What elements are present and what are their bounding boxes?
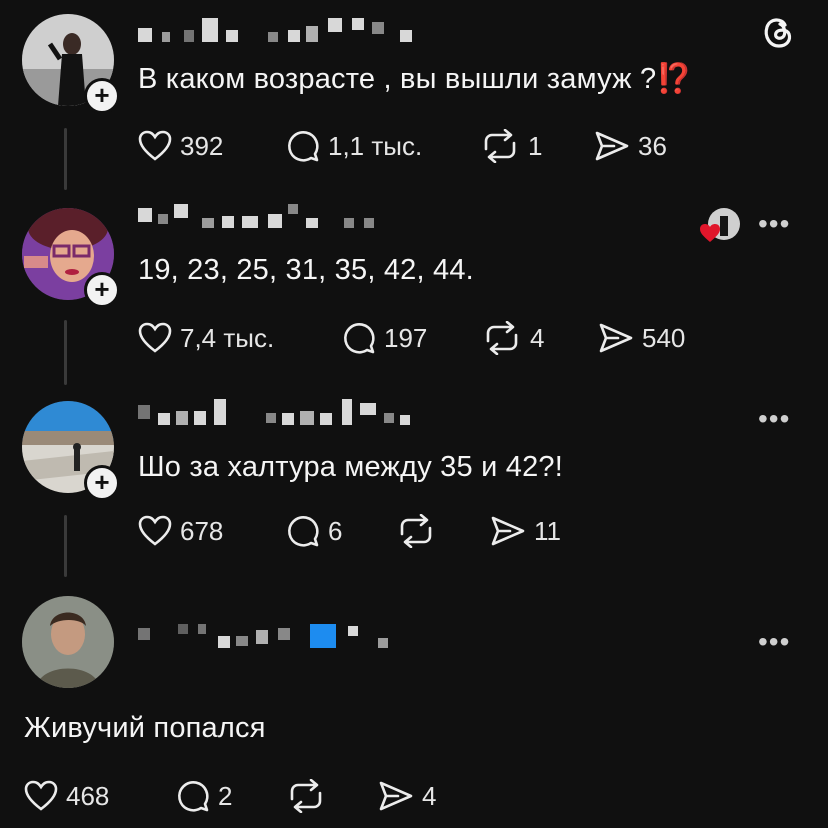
post-4: ••• Живучий попался 468 2 4: [0, 580, 828, 828]
thread-line: [64, 128, 67, 190]
share-button[interactable]: 36: [594, 126, 667, 166]
more-icon[interactable]: •••: [758, 626, 790, 658]
share-icon: [599, 323, 633, 353]
heart-icon: [138, 515, 172, 546]
repost-icon: [486, 321, 518, 355]
post-actions: 468 2 4: [24, 776, 624, 816]
repost-button[interactable]: [286, 776, 334, 816]
repost-icon: [400, 514, 432, 548]
more-icon[interactable]: •••: [758, 403, 790, 435]
share-icon: [379, 781, 413, 811]
post-2: + ••• 19, 23, 25, 31, 35, 42, 44. 7,4 ты…: [0, 190, 828, 385]
like-count: 678: [180, 515, 224, 546]
post-text: Живучий попался: [24, 712, 266, 744]
reply-button[interactable]: 2: [176, 776, 232, 816]
liked-by-author-avatar[interactable]: [700, 206, 740, 246]
more-icon[interactable]: •••: [758, 208, 790, 240]
comment-icon: [178, 781, 209, 812]
share-icon: [491, 516, 525, 546]
follow-plus-icon[interactable]: +: [84, 465, 120, 501]
like-button[interactable]: 468: [24, 776, 109, 816]
reply-count: 1,1 тыс.: [328, 130, 423, 161]
like-button[interactable]: 392: [138, 126, 223, 166]
repost-count: 4: [530, 322, 545, 353]
thread-line: [64, 320, 67, 385]
share-icon: [595, 131, 629, 161]
post-actions: 392 1,1 тыс. 1 36: [138, 126, 738, 166]
post-text: В каком возрасте , вы вышли замуж ?⁉️: [138, 63, 693, 95]
post-1: + В каком возрасте , вы вышли замуж ?⁉️ …: [0, 0, 828, 190]
like-button[interactable]: 7,4 тыс.: [138, 318, 274, 358]
like-count: 468: [66, 780, 110, 811]
repost-button[interactable]: 1: [480, 126, 542, 166]
heart-icon: [138, 130, 172, 161]
post-actions: 7,4 тыс. 197 4 540: [138, 318, 738, 358]
post-3: + ••• Шо за халтура между 35 и 42?! 678 …: [0, 385, 828, 580]
like-button[interactable]: 678: [138, 511, 223, 551]
heart-icon: [138, 322, 172, 353]
share-button[interactable]: 4: [378, 776, 436, 816]
reply-count: 6: [328, 515, 343, 546]
username-blurred[interactable]: [138, 18, 418, 46]
username-blurred[interactable]: [138, 204, 378, 232]
post-text: Шо за халтура между 35 и 42?!: [138, 451, 563, 483]
share-button[interactable]: 11: [490, 511, 561, 551]
reply-button[interactable]: 197: [342, 318, 427, 358]
avatar[interactable]: [22, 596, 114, 688]
comment-icon: [288, 131, 319, 162]
follow-plus-icon[interactable]: +: [84, 272, 120, 308]
repost-button[interactable]: 4: [482, 318, 544, 358]
reply-count: 197: [384, 322, 428, 353]
username-blurred[interactable]: [138, 399, 418, 427]
reply-button[interactable]: 6: [286, 511, 342, 551]
verified-blur-blue: [310, 624, 336, 648]
repost-icon: [290, 779, 322, 813]
share-count: 540: [642, 322, 686, 353]
share-count: 4: [422, 780, 437, 811]
reply-count: 2: [218, 780, 233, 811]
share-count: 36: [638, 130, 667, 161]
username-blurred[interactable]: [138, 620, 398, 648]
like-count: 392: [180, 130, 224, 161]
post-text: 19, 23, 25, 31, 35, 42, 44.: [138, 254, 474, 286]
post-actions: 678 6 11: [138, 511, 738, 551]
follow-plus-icon[interactable]: +: [84, 78, 120, 114]
share-button[interactable]: 540: [598, 318, 685, 358]
repost-button[interactable]: [396, 511, 444, 551]
comment-icon: [344, 323, 375, 354]
repost-count: 1: [528, 130, 543, 161]
comment-icon: [288, 516, 319, 547]
share-count: 11: [534, 515, 561, 546]
repost-icon: [484, 129, 516, 163]
heart-icon: [24, 780, 58, 811]
like-count: 7,4 тыс.: [180, 322, 275, 353]
thread-line: [64, 515, 67, 577]
reply-button[interactable]: 1,1 тыс.: [286, 126, 422, 166]
